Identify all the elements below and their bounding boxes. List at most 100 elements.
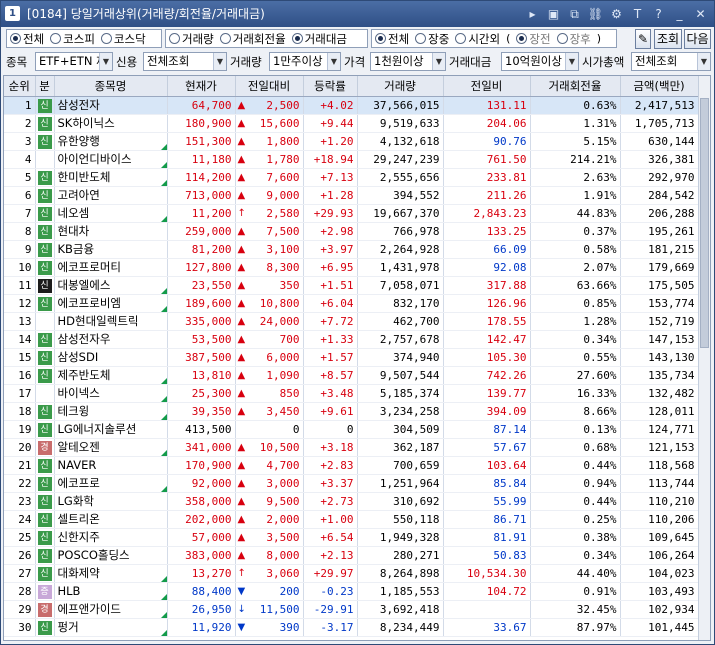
table-row[interactable]: 20 경 알테오젠 341,000 ▲ 10,500 +3.18 362,187 57.67 0.… xyxy=(4,438,699,457)
table-row[interactable]: 4 아이언디바이스 11,180 ▲ 1,780 +18.94 29,247,239 761.… xyxy=(4,150,699,169)
stock-name-cell[interactable]: 셀트리온 xyxy=(54,510,168,529)
table-row[interactable]: 13 HD현대일렉트릭 335,000 ▲ 24,000 +7.72 462,700 178.… xyxy=(4,312,699,331)
table-row[interactable]: 7 신 네오셈 11,200 ↑ 2,580 +29.93 19,667,370 2,843.2… xyxy=(4,204,699,223)
table-row[interactable]: 28 증 HLB 88,400 ▼ 200 -0.23 1,185,553 104.72 0.91… xyxy=(4,582,699,601)
table-row[interactable]: 3 신 유한양행 151,300 ▲ 1,800 +1.20 4,132,618 90.76 5.… xyxy=(4,132,699,151)
query-button[interactable]: 조회 xyxy=(654,29,682,49)
pin-button[interactable]: ✎ xyxy=(635,29,651,49)
sort-radio-amount[interactable]: 거래대금 xyxy=(291,31,347,47)
stock-name-cell[interactable]: 삼성전자우 xyxy=(54,330,168,349)
stock-name-cell[interactable]: 에코프로 xyxy=(54,474,168,493)
credit-select[interactable]: 전체조회 ▼ xyxy=(143,52,227,71)
table-row[interactable]: 14 신 삼성전자우 53,500 ▲ 700 +1.33 2,757,678 142.47 0.… xyxy=(4,330,699,349)
stock-name-cell[interactable]: 에코프로비엠 xyxy=(54,294,168,313)
help-icon[interactable]: ? xyxy=(649,5,668,23)
table-row[interactable]: 15 신 삼성SDI 387,500 ▲ 6,000 +1.57 374,940 105.30 0… xyxy=(4,348,699,367)
stock-name-cell[interactable]: 신한지주 xyxy=(54,528,168,547)
stock-name-cell[interactable]: 삼성전자 xyxy=(54,96,168,115)
mcap-filter-select[interactable]: 전체조회 ▼ xyxy=(631,52,711,71)
table-row[interactable]: 19 신 LG에너지솔루션 413,500 0 0 304,509 87.14 0.13% 124… xyxy=(4,420,699,439)
stock-name-cell[interactable]: 펑거 xyxy=(54,618,168,637)
volume-filter-select[interactable]: 1만주이상 ▼ xyxy=(269,52,341,71)
scrollbar-thumb[interactable] xyxy=(700,98,709,348)
market-radio-kospi[interactable]: 코스피 xyxy=(50,31,95,47)
minimize-icon[interactable]: _ xyxy=(670,5,689,23)
table-row[interactable]: 22 신 에코프로 92,000 ▲ 3,000 +3.37 1,251,964 85.84 0.… xyxy=(4,474,699,493)
session-radio-intraday[interactable]: 장중 xyxy=(415,31,449,47)
text-icon[interactable]: T xyxy=(628,5,647,23)
stock-name-cell[interactable]: 고려아연 xyxy=(54,186,168,205)
stock-name-cell[interactable]: 대화제약 xyxy=(54,564,168,583)
table-row[interactable]: 12 신 에코프로비엠 189,600 ▲ 10,800 +6.04 832,170 126.9… xyxy=(4,294,699,313)
stock-name-cell[interactable]: SK하이닉스 xyxy=(54,114,168,133)
table-row[interactable]: 29 경 에프앤가이드 26,950 ↓ 11,500 -29.91 3,692,418 32.… xyxy=(4,600,699,619)
close-icon[interactable]: ✕ xyxy=(691,5,710,23)
sort-radio-turnover[interactable]: 거래회전율 xyxy=(219,31,286,47)
table-row[interactable]: 17 바이넥스 25,300 ▲ 850 +3.48 5,185,374 139.77 16.3… xyxy=(4,384,699,403)
table-row[interactable]: 2 신 SK하이닉스 180,900 ▲ 15,600 +9.44 9,519,633 204.… xyxy=(4,114,699,133)
table-row[interactable]: 21 신 NAVER 170,900 ▲ 4,700 +2.83 700,659 103.64 0… xyxy=(4,456,699,475)
stock-name-cell[interactable]: 네오셈 xyxy=(54,204,168,223)
session-radio-all[interactable]: 전체 xyxy=(375,31,409,47)
table-row[interactable]: 26 신 POSCO홀딩스 383,000 ▲ 8,000 +2.13 280,271 50.8… xyxy=(4,546,699,565)
stock-name-cell[interactable]: HLB xyxy=(54,582,168,601)
window-icon[interactable]: ▣ xyxy=(544,5,563,23)
stock-name-cell[interactable]: LG화학 xyxy=(54,492,168,511)
table-row[interactable]: 1 신 삼성전자 64,700 ▲ 2,500 +4.02 37,566,015 131.11 0… xyxy=(4,96,699,115)
copy-icon[interactable]: ⧉ xyxy=(565,5,584,23)
stock-name-cell[interactable]: 삼성SDI xyxy=(54,348,168,367)
table-row[interactable]: 18 신 테크윙 39,350 ▲ 3,450 +9.61 3,234,258 394.09 8.… xyxy=(4,402,699,421)
table-row[interactable]: 24 신 셀트리온 202,000 ▲ 2,000 +1.00 550,118 86.71 0.2… xyxy=(4,510,699,529)
nav-arrow-icon[interactable]: ▸ xyxy=(523,5,542,23)
col-header-change[interactable]: 전일대비 xyxy=(235,76,304,97)
market-radio-all[interactable]: 전체 xyxy=(10,31,44,47)
stock-name-cell[interactable]: 아이언디바이스 xyxy=(54,150,168,169)
stock-name-cell[interactable]: 대봉엘에스 xyxy=(54,276,168,295)
stock-name-cell[interactable]: 한미반도체 xyxy=(54,168,168,187)
market-radio-kosdaq[interactable]: 코스닥 xyxy=(100,31,146,47)
stock-name-cell[interactable]: 에코프로머티 xyxy=(54,258,168,277)
stock-name-cell[interactable]: 바이넥스 xyxy=(54,384,168,403)
table-row[interactable]: 5 신 한미반도체 114,200 ▲ 7,600 +7.13 2,555,656 233.81… xyxy=(4,168,699,187)
next-button[interactable]: 다음 xyxy=(684,29,711,49)
table-row[interactable]: 8 신 현대차 259,000 ▲ 7,500 +2.98 766,978 133.25 0.37… xyxy=(4,222,699,241)
table-row[interactable]: 10 신 에코프로머티 127,800 ▲ 8,300 +6.95 1,431,978 92.0… xyxy=(4,258,699,277)
table-row[interactable]: 27 신 대화제약 13,270 ↑ 3,060 +29.97 8,264,898 10,534… xyxy=(4,564,699,583)
stock-name-cell[interactable]: LG에너지솔루션 xyxy=(54,420,168,439)
table-row[interactable]: 30 신 펑거 11,920 ▼ 390 -3.17 8,234,449 33.67 87.97%… xyxy=(4,618,699,637)
stock-name-cell[interactable]: 현대차 xyxy=(54,222,168,241)
col-header-volume[interactable]: 거래량 xyxy=(357,76,444,97)
vertical-scrollbar[interactable] xyxy=(698,76,710,640)
col-header-turnover[interactable]: 거래회전율 xyxy=(530,76,621,97)
table-row[interactable]: 11 신 대봉엘에스 23,550 ▲ 350 +1.51 7,058,071 317.88 63… xyxy=(4,276,699,295)
price-filter-select[interactable]: 1천원이상 ▼ xyxy=(370,52,446,71)
session-radio-premarket[interactable]: 장전 xyxy=(516,31,551,47)
table-row[interactable]: 25 신 신한지주 57,000 ▲ 3,500 +6.54 1,949,328 81.91 0.… xyxy=(4,528,699,547)
table-row[interactable]: 9 신 KB금융 81,200 ▲ 3,100 +3.97 2,264,928 66.09 0.5… xyxy=(4,240,699,259)
stock-name-cell[interactable]: POSCO홀딩스 xyxy=(54,546,168,565)
stock-name-cell[interactable]: NAVER xyxy=(54,456,168,475)
settings-icon[interactable]: ⚙ xyxy=(607,5,626,23)
table-row[interactable]: 6 신 고려아연 713,000 ▲ 9,000 +1.28 394,552 211.26 1.9… xyxy=(4,186,699,205)
stock-name-cell[interactable]: 에프앤가이드 xyxy=(54,600,168,619)
stock-name-cell[interactable]: 제주반도체 xyxy=(54,366,168,385)
col-header-rate[interactable]: 등락률 xyxy=(303,76,358,97)
session-radio-afterhours[interactable]: 시간외 xyxy=(455,31,500,47)
stock-name-cell[interactable]: HD현대일렉트릭 xyxy=(54,312,168,331)
stock-type-select[interactable]: ETF+ETN 제 ▼ xyxy=(35,52,113,71)
stock-name-cell[interactable]: 알테오젠 xyxy=(54,438,168,457)
col-header-name[interactable]: 종목명 xyxy=(54,76,168,97)
col-header-amount[interactable]: 금액(백만) xyxy=(620,76,699,97)
session-radio-postmarket[interactable]: 장후 xyxy=(556,31,591,47)
table-row[interactable]: 16 신 제주반도체 13,810 ▲ 1,090 +8.57 9,507,544 742.26… xyxy=(4,366,699,385)
table-row[interactable]: 23 신 LG화학 358,000 ▲ 9,500 +2.73 310,692 55.99 0.4… xyxy=(4,492,699,511)
stock-name-cell[interactable]: KB금융 xyxy=(54,240,168,259)
stock-name-cell[interactable]: 테크윙 xyxy=(54,402,168,421)
link-icon[interactable]: ⛓ xyxy=(586,5,605,23)
stock-name-cell[interactable]: 유한양행 xyxy=(54,132,168,151)
col-header-category[interactable]: 분 xyxy=(35,76,55,97)
col-header-rank[interactable]: 순위 xyxy=(4,76,36,97)
sort-radio-volume[interactable]: 거래량 xyxy=(169,31,214,47)
amount-filter-select[interactable]: 10억원이상 ▼ xyxy=(501,52,579,71)
col-header-price[interactable]: 현재가 xyxy=(167,76,236,97)
